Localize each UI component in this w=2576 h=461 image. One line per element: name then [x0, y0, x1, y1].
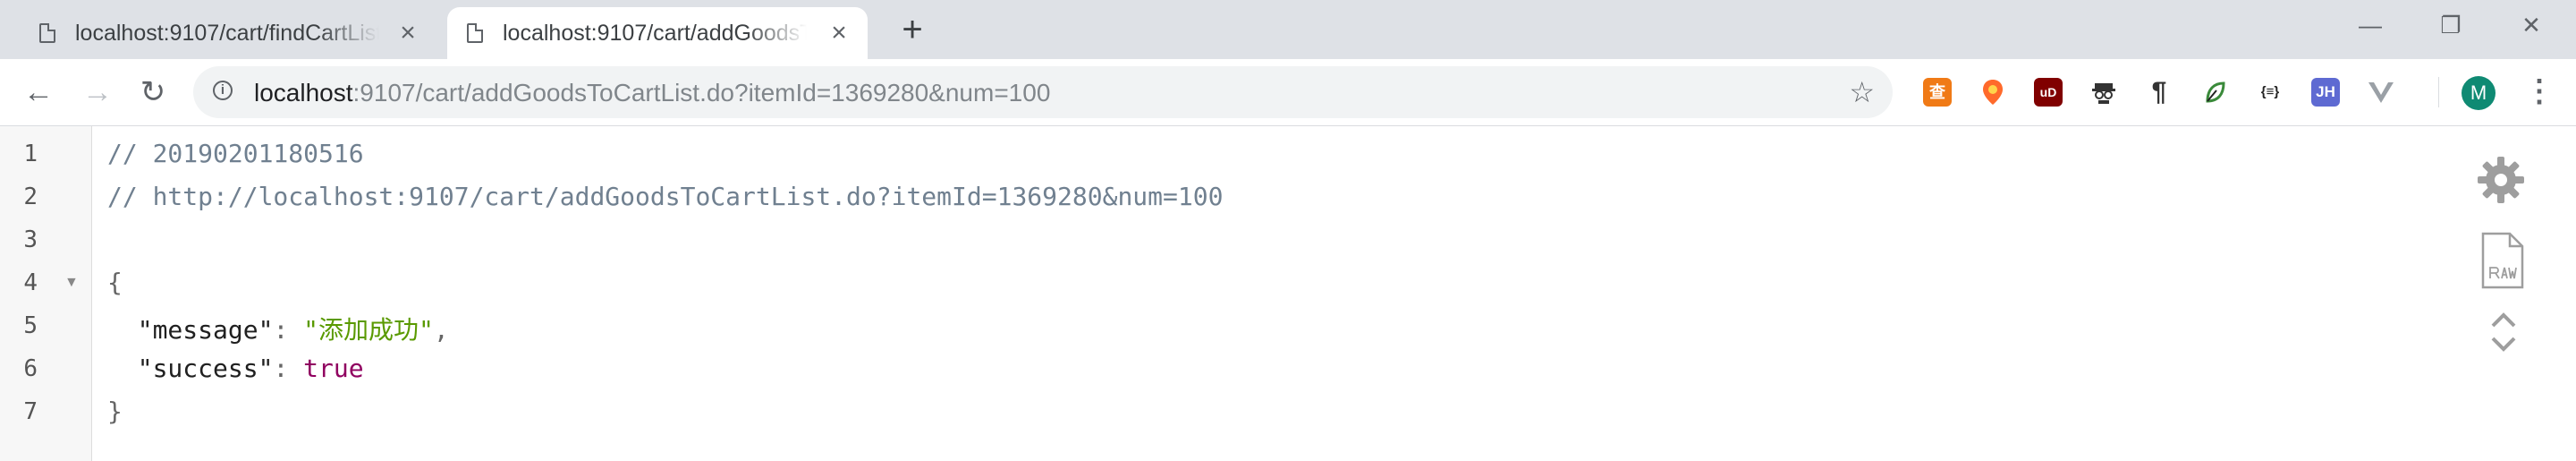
- url-host: localhost: [254, 79, 353, 107]
- json-boolean-value: true: [303, 354, 364, 383]
- comment-timestamp: // 20190201180516: [107, 139, 364, 168]
- chevron-up-icon[interactable]: [2490, 311, 2517, 333]
- info-icon[interactable]: i: [213, 81, 233, 100]
- ext-leaf-icon[interactable]: [2200, 78, 2229, 107]
- ext-label: JH: [2316, 83, 2335, 100]
- ext-location-pin-icon[interactable]: [1979, 78, 2007, 107]
- settings-gear-icon[interactable]: [2476, 155, 2526, 209]
- json-string-value: "添加成功": [303, 315, 434, 345]
- address-bar[interactable]: i localhost:9107/cart/addGoodsToCartList…: [193, 66, 1893, 118]
- tab-find-cart-list[interactable]: localhost:9107/cart/findCartList.do ×: [20, 7, 436, 59]
- minimize-button[interactable]: —: [2343, 9, 2397, 41]
- ext-label: {≡}: [2260, 84, 2280, 99]
- tab-add-goods[interactable]: localhost:9107/cart/addGoodsToCartList.d…: [447, 7, 868, 59]
- json-line-success: "success": true: [107, 354, 364, 383]
- tab-title: localhost:9107/cart/addGoodsToCartList.d…: [503, 20, 807, 46]
- colon: :: [273, 315, 304, 345]
- json-line-message: "message": "添加成功",: [107, 311, 449, 346]
- line-number: 5: [23, 312, 38, 339]
- close-brace: }: [107, 397, 123, 426]
- restore-button[interactable]: ❐: [2424, 9, 2478, 41]
- open-brace: {: [107, 268, 123, 297]
- ext-label: uD: [2039, 85, 2057, 99]
- ext-label: ¶: [2151, 77, 2167, 107]
- tab-title: localhost:9107/cart/findCartList.do: [75, 20, 379, 46]
- ext-vue-icon[interactable]: [2367, 78, 2395, 107]
- ext-label: 查: [1929, 83, 1945, 101]
- comment-url: // http://localhost:9107/cart/addGoodsTo…: [107, 182, 1224, 211]
- line-number-gutter: 1 2 3 4 5 6 7 ▼: [0, 126, 92, 461]
- colon: :: [273, 354, 304, 383]
- toolbar-separator: [2438, 77, 2439, 107]
- line-number: 2: [23, 184, 38, 210]
- back-button[interactable]: ←: [18, 72, 59, 113]
- reload-button[interactable]: ↻: [132, 72, 174, 113]
- ext-ublock-icon[interactable]: uD: [2034, 78, 2063, 107]
- fold-toggle-icon[interactable]: ▼: [64, 275, 79, 291]
- document-icon: [39, 23, 55, 43]
- chevron-down-icon[interactable]: [2490, 336, 2517, 358]
- line-number: 1: [23, 141, 38, 167]
- url-text[interactable]: localhost:9107/cart/addGoodsToCartList.d…: [254, 79, 1050, 107]
- raw-file-icon[interactable]: [2479, 232, 2526, 294]
- json-key: "message": [137, 315, 274, 345]
- browser-toolbar: ← → ↻ i localhost:9107/cart/addGoodsToCa…: [0, 59, 2576, 126]
- profile-avatar[interactable]: M: [2462, 76, 2496, 110]
- json-viewer: 1 2 3 4 5 6 7 ▼ // 20190201180516 // htt…: [0, 126, 2576, 461]
- tab-strip: localhost:9107/cart/findCartList.do × lo…: [0, 0, 2576, 59]
- kebab-menu-icon[interactable]: ⋮: [2524, 73, 2555, 111]
- line-number: 3: [23, 226, 38, 253]
- forward-button[interactable]: →: [77, 72, 118, 113]
- bookmark-star-icon[interactable]: ☆: [1849, 75, 1875, 109]
- ext-pilcrow-icon[interactable]: ¶: [2145, 78, 2174, 107]
- tab-close-icon[interactable]: ×: [828, 20, 850, 47]
- line-number: 4: [23, 269, 38, 296]
- tab-close-icon[interactable]: ×: [397, 20, 419, 47]
- comma: ,: [433, 315, 449, 345]
- document-icon: [467, 23, 483, 43]
- json-key: "success": [137, 354, 274, 383]
- ext-spy-icon[interactable]: [2089, 78, 2118, 107]
- ext-jh-icon[interactable]: JH: [2311, 78, 2340, 107]
- line-number: 6: [23, 355, 38, 382]
- url-path: :9107/cart/addGoodsToCartList.do?itemId=…: [352, 79, 1051, 107]
- new-tab-button[interactable]: +: [894, 12, 930, 48]
- window-close-button[interactable]: ✕: [2504, 9, 2558, 41]
- ext-json-icon[interactable]: {≡}: [2256, 78, 2284, 107]
- ext-qu-icon[interactable]: 查: [1923, 78, 1952, 107]
- line-number: 7: [23, 398, 38, 425]
